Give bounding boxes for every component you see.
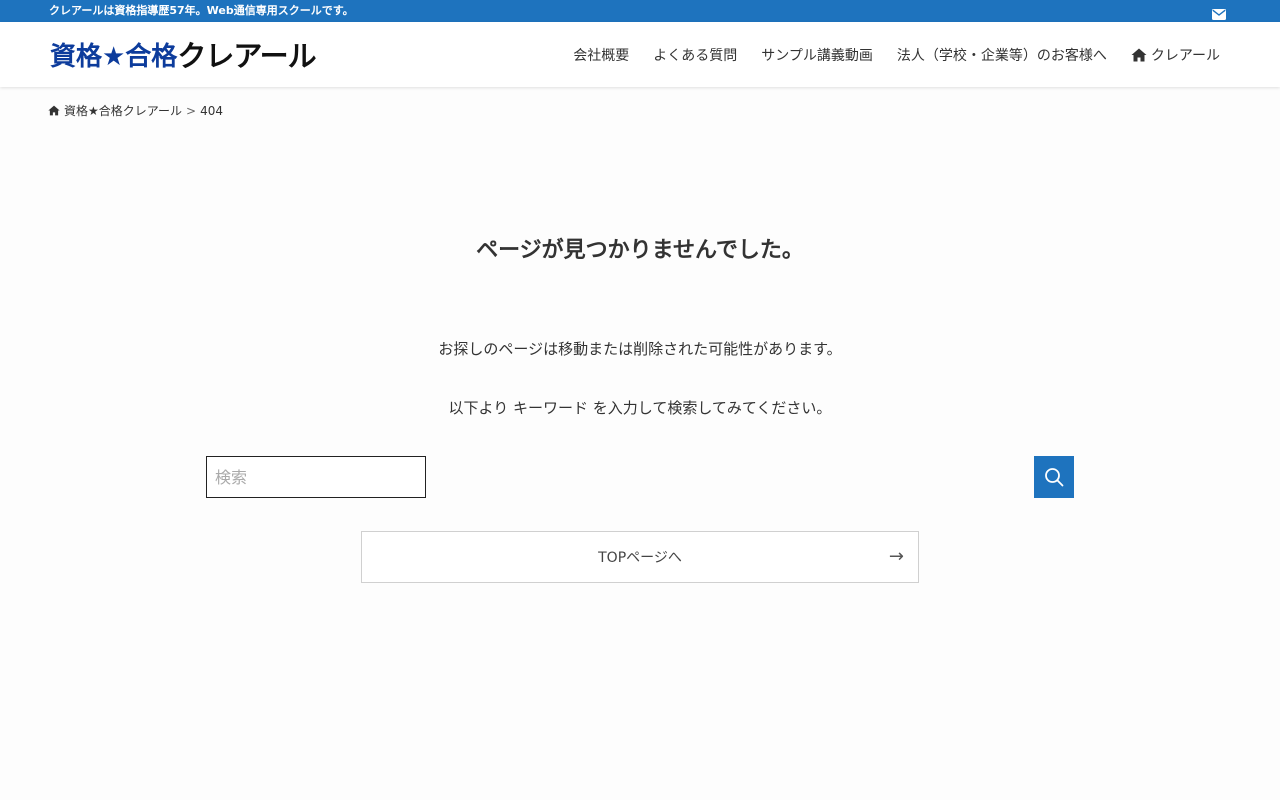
home-icon [1131,48,1147,61]
search-button[interactable] [1034,456,1074,498]
nav-item-label: クレアール [1150,47,1220,64]
nav-item-label: 会社概要 [573,47,630,64]
search-input[interactable] [206,456,426,498]
nav-item-home[interactable]: クレアール [1131,45,1220,65]
search-instruction: 以下より キーワード を入力して検索してみてください。 [448,399,832,417]
logo-text-primary: 資格★合格 [50,41,178,72]
nav-item-faq[interactable]: よくある質問 [653,45,737,65]
nav-item-label: サンプル講義動画 [761,47,873,64]
arrow-right-icon: → [888,546,904,567]
search-icon [1045,468,1064,487]
nav-item-company[interactable]: 会社概要 [573,45,629,65]
home-icon [48,105,60,116]
top-bar-tagline: クレアールは資格指導歴57年。Web通信専用スクールです。 [49,4,354,17]
breadcrumb-separator: > [186,103,197,118]
page-title: ページが見つかりませんでした。 [476,238,804,263]
nav-item-label: 法人（学校・企業等）のお客様へ [896,47,1107,64]
top-page-button-label: TOPページへ [598,550,682,566]
breadcrumb-home-link[interactable]: 資格★合格クレアール [64,102,182,119]
nav-item-corporate[interactable]: 法人（学校・企業等）のお客様へ [897,45,1107,65]
breadcrumb: 資格★合格クレアール > 404 [48,102,223,119]
mail-icon[interactable] [1212,5,1226,20]
site-logo[interactable]: 資格★合格 クレアール [50,37,317,73]
top-page-button[interactable]: TOPページへ → [361,531,919,583]
breadcrumb-current: 404 [200,103,224,118]
logo-text-secondary: クレアール [177,39,316,73]
main-nav: 会社概要 よくある質問 サンプル講義動画 法人（学校・企業等）のお客様へ クレア… [549,22,1220,87]
nav-item-sample-lectures[interactable]: サンプル講義動画 [761,45,873,65]
site-header: 資格★合格 クレアール 会社概要 よくある質問 サンプル講義動画 法人（学校・企… [0,22,1280,87]
nav-item-label: よくある質問 [653,47,738,64]
top-bar: クレアールは資格指導歴57年。Web通信専用スクールです。 [0,0,1280,22]
not-found-message: お探しのページは移動または削除された可能性があります。 [438,340,842,358]
